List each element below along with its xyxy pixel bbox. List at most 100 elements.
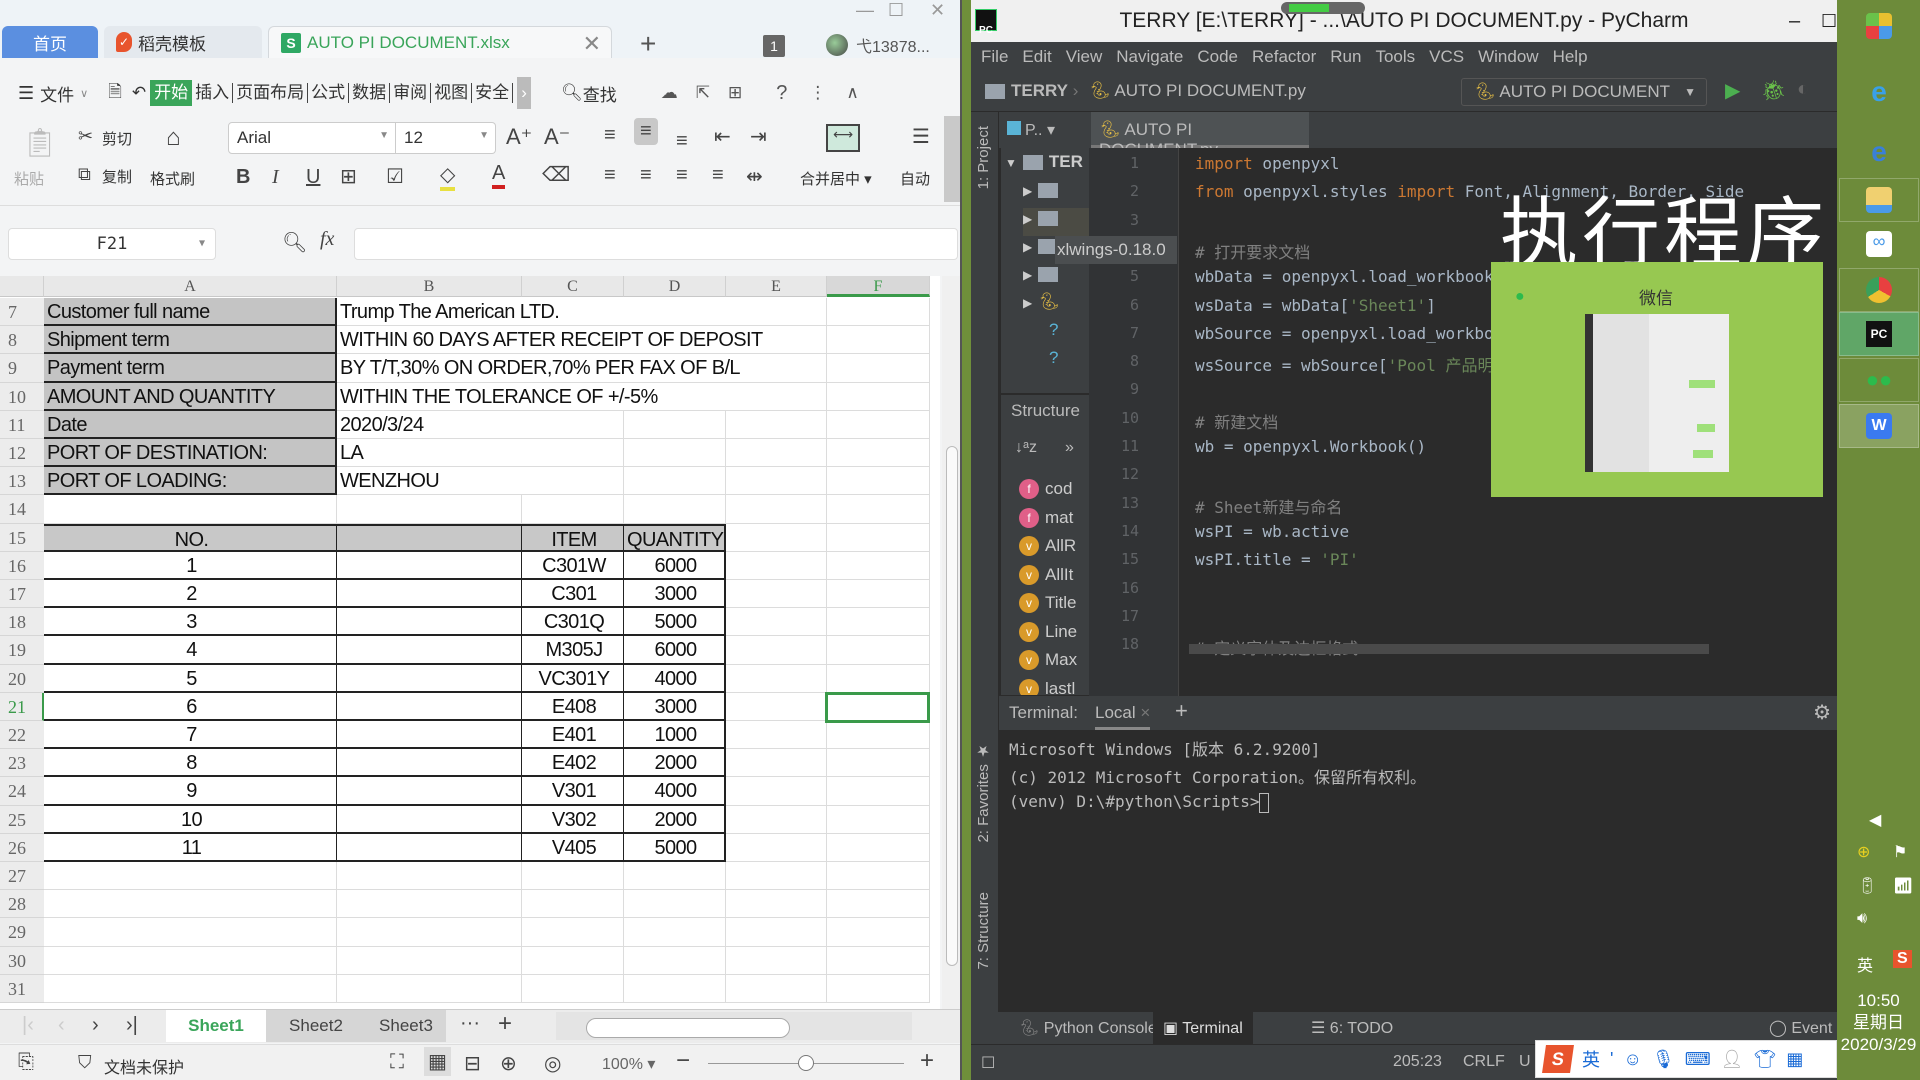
cell[interactable] bbox=[522, 326, 624, 355]
cell[interactable] bbox=[827, 382, 930, 411]
table-item[interactable]: V301 bbox=[522, 777, 624, 806]
table-item[interactable]: C301Q bbox=[522, 608, 624, 637]
menu-run[interactable]: Run bbox=[1330, 47, 1361, 67]
cell[interactable] bbox=[726, 749, 827, 778]
cell[interactable] bbox=[337, 974, 522, 1003]
cell[interactable] bbox=[726, 495, 827, 524]
table-no[interactable]: 3 bbox=[44, 608, 337, 637]
table-item[interactable]: VC301Y bbox=[522, 664, 624, 693]
taskbar-file-explorer[interactable] bbox=[1839, 178, 1919, 222]
cell[interactable] bbox=[827, 410, 930, 439]
code-line[interactable]: wbSource = openpyxl.load_workbook( bbox=[1195, 324, 1523, 343]
row-header[interactable]: 26 bbox=[0, 833, 44, 862]
tree-folder[interactable]: ▶ bbox=[1023, 180, 1064, 208]
security-icon[interactable]: ⊕ bbox=[1857, 842, 1870, 862]
tab-python-console[interactable]: 🐍︎ Python Console bbox=[1019, 1018, 1157, 1038]
code-line[interactable]: # Sheet新建与命名 bbox=[1195, 494, 1342, 518]
wrap-text-button[interactable]: 自动 bbox=[900, 168, 930, 189]
comment-icon[interactable]: ⊞ bbox=[728, 83, 742, 103]
show-hidden-icons[interactable]: ◀ bbox=[1869, 810, 1881, 830]
cell[interactable] bbox=[522, 495, 624, 524]
search-button[interactable]: 查找 bbox=[583, 81, 617, 106]
battery-icon[interactable]: 🔋︎ bbox=[1857, 876, 1877, 896]
decrease-font-icon[interactable]: A⁻ bbox=[544, 124, 570, 150]
align-right-icon[interactable]: ≡ bbox=[676, 164, 688, 187]
table-item[interactable]: E401 bbox=[522, 721, 624, 750]
tab-terminal[interactable]: ▣ Terminal bbox=[1153, 1012, 1253, 1044]
cell[interactable] bbox=[726, 354, 827, 383]
structure-item[interactable]: v Max bbox=[1019, 646, 1077, 674]
copy-icon[interactable]: ⧉ bbox=[78, 164, 91, 185]
taskbar-chrome[interactable] bbox=[1839, 268, 1919, 312]
cell[interactable] bbox=[337, 749, 522, 778]
volume-icon[interactable]: 🔊︎ bbox=[1857, 910, 1867, 928]
cell[interactable] bbox=[337, 692, 522, 721]
cell[interactable] bbox=[827, 749, 930, 778]
cell[interactable] bbox=[522, 383, 624, 411]
zoom-slider-knob[interactable] bbox=[798, 1055, 814, 1071]
sort-alpha-icon[interactable]: ↓ᵃz bbox=[1015, 439, 1037, 457]
table-no[interactable]: 6 bbox=[44, 692, 337, 721]
cell[interactable] bbox=[726, 805, 827, 834]
row-header[interactable]: 21 bbox=[0, 692, 44, 721]
tab-document[interactable]: S AUTO PI DOCUMENT.xlsx ✕ bbox=[268, 26, 612, 58]
cell[interactable] bbox=[726, 298, 827, 327]
menu-view[interactable]: 视图 bbox=[431, 83, 473, 103]
structure-item[interactable]: v Title bbox=[1019, 589, 1077, 617]
table-quantity[interactable]: 4000 bbox=[624, 777, 726, 806]
row-header[interactable]: 12 bbox=[0, 439, 44, 468]
horizontal-scrollbar[interactable] bbox=[556, 1012, 912, 1040]
font-color-icon[interactable]: A bbox=[492, 162, 506, 189]
zoom-level[interactable]: 100% ▾ bbox=[602, 1054, 655, 1074]
cell[interactable] bbox=[624, 974, 726, 1003]
row-header[interactable]: 9 bbox=[0, 354, 44, 383]
row-header[interactable]: 23 bbox=[0, 749, 44, 778]
terminal-output[interactable]: Microsoft Windows [版本 6.2.9200] (c) 2012… bbox=[999, 730, 1837, 1020]
info-label[interactable]: Date bbox=[44, 410, 337, 439]
eye-protection-icon[interactable]: ◎ bbox=[544, 1051, 561, 1076]
select-all-corner[interactable] bbox=[0, 276, 44, 297]
normal-view-icon[interactable]: ▦ bbox=[424, 1047, 451, 1076]
minimize-button[interactable]: — bbox=[856, 0, 874, 21]
justify-icon[interactable]: ≡ bbox=[712, 164, 724, 187]
cell[interactable] bbox=[337, 551, 522, 580]
cell[interactable] bbox=[337, 608, 522, 637]
cell[interactable] bbox=[726, 833, 827, 862]
cell[interactable] bbox=[726, 721, 827, 750]
cell[interactable] bbox=[827, 636, 930, 665]
tool-window-structure[interactable]: 7: Structure bbox=[975, 892, 992, 970]
code-line[interactable]: # 新建文档 bbox=[1195, 409, 1278, 433]
row-header[interactable]: 22 bbox=[0, 721, 44, 750]
table-no[interactable]: 10 bbox=[44, 805, 337, 834]
tree-root[interactable]: ▼ TER bbox=[1001, 152, 1083, 180]
row-header[interactable]: 16 bbox=[0, 551, 44, 580]
code-line[interactable]: wsPI.title = 'PI' bbox=[1195, 550, 1359, 569]
row-header[interactable]: 10 bbox=[0, 382, 44, 411]
ime-punctuation-toggle[interactable]: ' bbox=[1610, 1049, 1613, 1070]
cell[interactable] bbox=[522, 354, 624, 383]
cell[interactable] bbox=[337, 805, 522, 834]
skin-icon[interactable]: 👕︎ bbox=[1754, 1049, 1777, 1070]
row-header[interactable]: 19 bbox=[0, 636, 44, 665]
fill-color-icon[interactable]: ◇ bbox=[440, 162, 456, 191]
cell[interactable] bbox=[726, 974, 827, 1003]
cell[interactable] bbox=[827, 326, 930, 355]
menu-more-button[interactable]: › bbox=[517, 77, 532, 109]
menu-file[interactable]: 文件 bbox=[40, 81, 74, 106]
code-line[interactable]: wsData = wbData['Sheet1'] bbox=[1195, 296, 1436, 315]
cell[interactable] bbox=[522, 974, 624, 1003]
cell[interactable] bbox=[827, 833, 930, 862]
merge-center-button[interactable]: 合并居中 ▾ bbox=[800, 168, 872, 189]
zoom-in-icon[interactable]: + bbox=[920, 1047, 934, 1075]
maximize-button[interactable]: ☐ bbox=[1821, 0, 1837, 42]
cell[interactable] bbox=[522, 298, 624, 327]
header-item[interactable]: ITEM bbox=[522, 523, 624, 552]
table-no[interactable]: 5 bbox=[44, 664, 337, 693]
row-header[interactable]: 14 bbox=[0, 495, 44, 524]
cell[interactable] bbox=[44, 918, 337, 947]
menu-page-layout[interactable]: 页面布局 bbox=[233, 83, 309, 103]
sogou-logo-icon[interactable]: S bbox=[1542, 1045, 1574, 1073]
align-bottom-icon[interactable]: ≡ bbox=[676, 130, 688, 153]
wechat-window-thumbnail[interactable] bbox=[1585, 314, 1729, 472]
cell[interactable] bbox=[827, 946, 930, 975]
